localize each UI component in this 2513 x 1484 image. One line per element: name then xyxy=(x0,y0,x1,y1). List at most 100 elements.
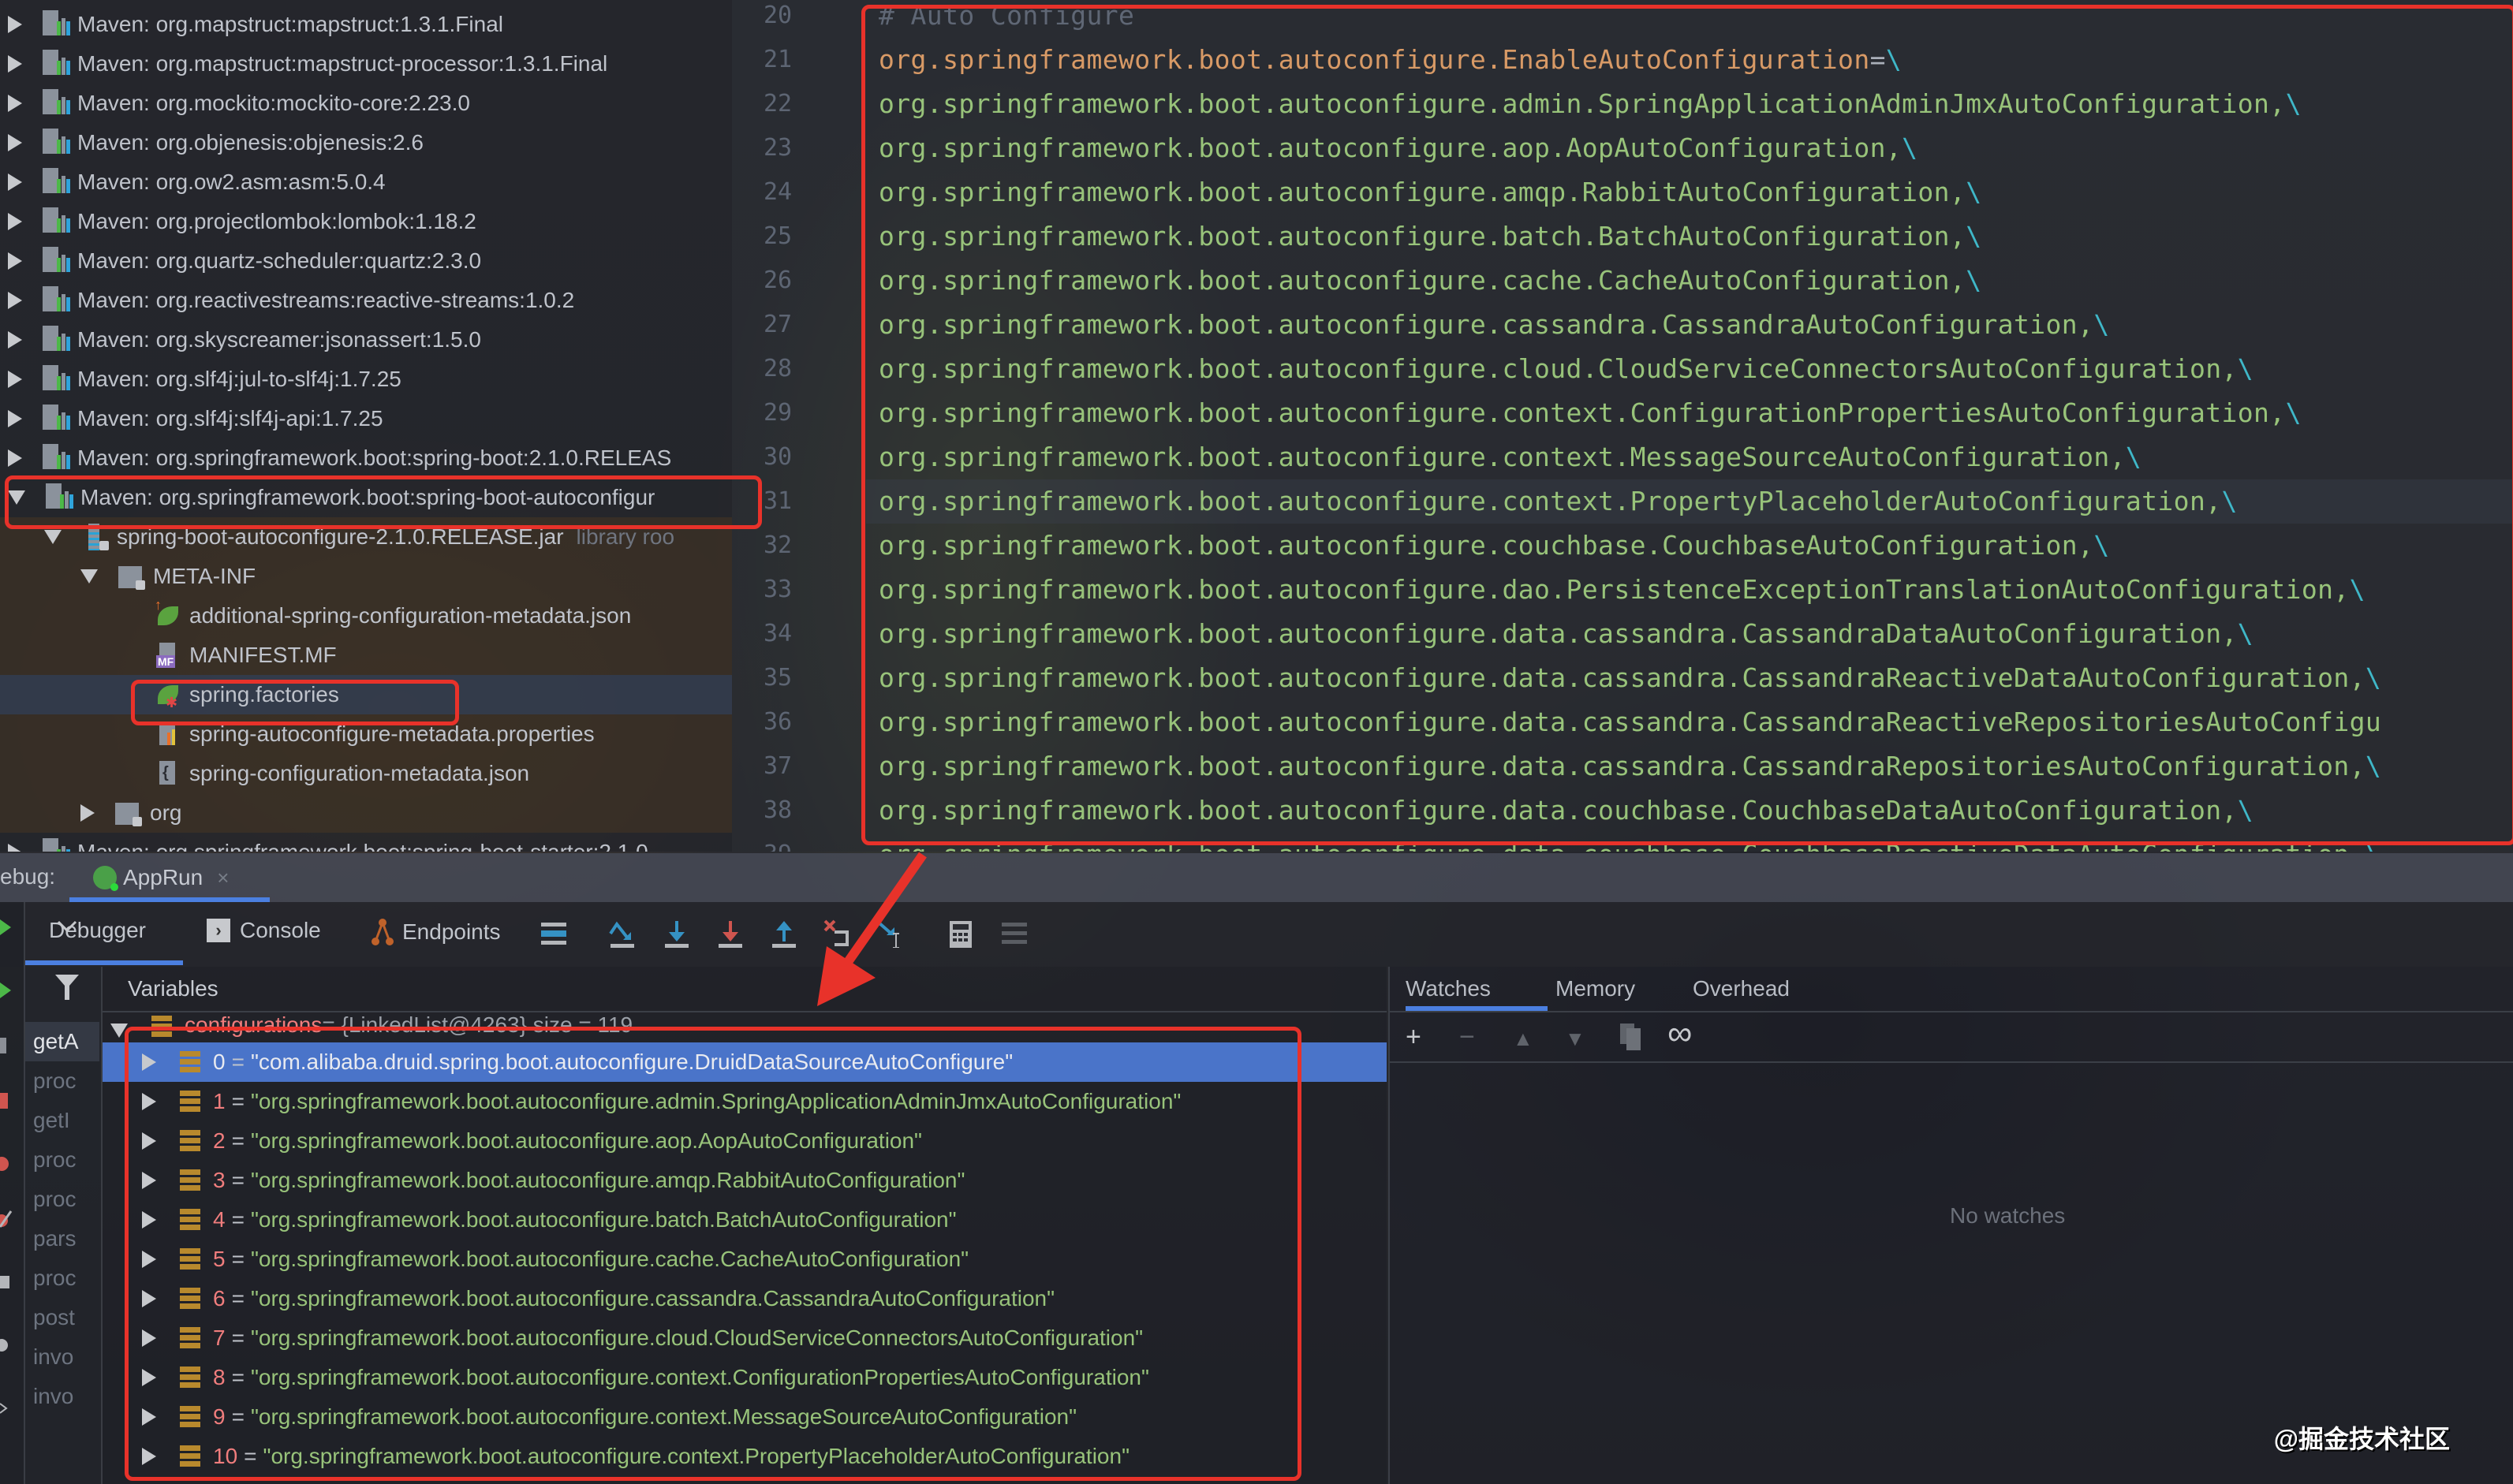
tree-item[interactable]: spring-autoconfigure-metadata.properties xyxy=(0,714,732,754)
move-up-button[interactable]: ▲ xyxy=(1513,1027,1533,1051)
view-breakpoints-icon[interactable] xyxy=(0,1154,19,1173)
variable-row[interactable]: 10 = "org.springframework.boot.autoconfigu… xyxy=(103,1437,1387,1476)
expand-arrow-icon[interactable] xyxy=(142,1251,156,1268)
collapsed-arrow-icon[interactable] xyxy=(8,252,22,270)
code-line[interactable]: org.springframework.boot.autoconfigure.b… xyxy=(879,214,1981,259)
code-line[interactable]: org.springframework.boot.autoconfigure.E… xyxy=(879,38,1902,82)
variable-configurations[interactable]: configurations = {LinkedList@4263} size … xyxy=(103,1011,1387,1038)
code-editor[interactable]: 20 21 22 23 24 25 26 27 28 29 30 31 32 33 34 35 36 37 38 39… xyxy=(732,0,2513,852)
collapsed-arrow-icon[interactable] xyxy=(8,449,22,467)
code-line[interactable]: org.springframework.boot.autoconfigure.a… xyxy=(879,126,1917,170)
tree-item[interactable]: Maven: org.ow2.asm:asm:5.0.4 xyxy=(0,162,732,202)
collapsed-arrow-icon[interactable] xyxy=(8,16,22,33)
tree-item[interactable]: Maven: org.quartz-scheduler:quartz:2.3.0 xyxy=(0,241,732,281)
tree-item[interactable]: Maven: org.objenesis:objenesis:2.6 xyxy=(0,123,732,162)
step-into-icon[interactable] xyxy=(663,919,691,948)
expand-arrow-icon[interactable] xyxy=(142,1093,156,1110)
stack-frame[interactable]: proc xyxy=(33,1258,99,1298)
filter-icon[interactable] xyxy=(55,975,79,1000)
tree-item[interactable]: Maven: org.skyscreamer:jsonassert:1.5.0 xyxy=(0,320,732,360)
run-to-cursor-icon[interactable] xyxy=(877,919,906,948)
expand-arrow-icon[interactable] xyxy=(142,1053,156,1071)
stack-frame[interactable]: proc xyxy=(33,1061,99,1101)
tree-item[interactable]: Maven: org.slf4j:slf4j-api:1.7.25 xyxy=(0,399,732,438)
code-line[interactable]: org.springframework.boot.autoconfigure.c… xyxy=(879,303,2110,347)
drop-frame-icon[interactable] xyxy=(823,919,852,948)
expand-arrow-icon[interactable] xyxy=(142,1408,156,1426)
stack-frame[interactable]: proc xyxy=(33,1180,99,1219)
code-line[interactable]: org.springframework.boot.autoconfigure.d… xyxy=(879,656,2381,700)
tree-item[interactable]: org xyxy=(0,793,732,833)
frames-collapse-icon[interactable] xyxy=(57,919,77,934)
code-line[interactable]: org.springframework.boot.autoconfigure.c… xyxy=(879,391,2302,435)
pause-icon[interactable] xyxy=(0,1036,19,1055)
tree-item[interactable]: MF MANIFEST.MF xyxy=(0,636,732,675)
more-icon[interactable] xyxy=(0,1399,19,1418)
stack-frame[interactable]: proc xyxy=(33,1140,99,1180)
rerun-icon[interactable] xyxy=(0,918,19,937)
code-line[interactable]: org.springframework.boot.autoconfigure.c… xyxy=(879,347,2253,391)
show-execution-point-icon[interactable] xyxy=(540,919,568,948)
tree-item[interactable]: Maven: org.springframework.boot:spring-b… xyxy=(0,833,732,852)
code-line[interactable]: org.springframework.boot.autoconfigure.c… xyxy=(866,479,2513,524)
tab-endpoints[interactable]: Endpoints xyxy=(369,918,501,946)
tab-watches[interactable]: Watches xyxy=(1406,976,1491,1001)
variable-row[interactable]: 6 = "org.springframework.boot.autoconfigur… xyxy=(103,1279,1387,1318)
expand-arrow-icon[interactable] xyxy=(142,1329,156,1347)
expanded-arrow-icon[interactable] xyxy=(8,490,25,505)
force-step-into-icon[interactable] xyxy=(716,919,745,948)
variable-row[interactable]: 7 = "org.springframework.boot.autoconfigur… xyxy=(103,1318,1387,1358)
code-line[interactable]: org.springframework.boot.autoconfigure.d… xyxy=(879,744,2381,789)
step-over-icon[interactable] xyxy=(607,919,636,948)
code-line[interactable]: org.springframework.boot.autoconfigure.d… xyxy=(879,568,2366,612)
add-watch-button[interactable]: + xyxy=(1406,1022,1421,1053)
tree-item[interactable]: Maven: org.projectlombok:lombok:1.18.2 xyxy=(0,202,732,241)
expand-arrow-icon[interactable] xyxy=(142,1132,156,1150)
collapsed-arrow-icon[interactable] xyxy=(8,173,22,191)
code-line[interactable]: # Auto Configure xyxy=(879,0,1134,38)
stack-frame[interactable]: invo xyxy=(33,1337,99,1377)
variable-row[interactable]: 8 = "org.springframework.boot.autoconfigur… xyxy=(103,1358,1387,1397)
tree-item[interactable]: ✱ spring.factories xyxy=(0,675,732,714)
collapsed-arrow-icon[interactable] xyxy=(8,410,22,427)
variable-row[interactable]: 0 = "com.alibaba.druid.spring.boot.autocon… xyxy=(103,1042,1387,1082)
code-line[interactable]: org.springframework.boot.autoconfigure.c… xyxy=(879,435,2141,479)
code-line[interactable]: org.springframework.boot.autoconfigure.c… xyxy=(879,524,2110,568)
variable-row[interactable]: 1 = "org.springframework.boot.autoconfigur… xyxy=(103,1082,1387,1121)
expand-arrow-icon[interactable] xyxy=(142,1369,156,1386)
tree-item[interactable]: Maven: org.mapstruct:mapstruct-processor… xyxy=(0,44,732,84)
code-line[interactable]: org.springframework.boot.autoconfigure.d… xyxy=(879,612,2253,656)
tree-item[interactable]: ↑ additional-spring-configuration-metadat… xyxy=(0,596,732,636)
show-watches-in-variables-button[interactable]: ∞ xyxy=(1667,1014,1692,1053)
stop-icon[interactable] xyxy=(0,1091,19,1110)
code-line[interactable]: org.springframework.boot.autoconfigure.c… xyxy=(879,259,1981,303)
tree-item[interactable]: META-INF xyxy=(0,557,732,596)
collapsed-arrow-icon[interactable] xyxy=(8,213,22,230)
tab-console[interactable]: › Console xyxy=(207,918,321,943)
trace-icon[interactable] xyxy=(1000,919,1029,948)
variable-row[interactable]: 4 = "org.springframework.boot.autoconfigur… xyxy=(103,1200,1387,1240)
run-config-tab[interactable]: AppRun × xyxy=(93,853,229,902)
stack-frame[interactable]: getI xyxy=(33,1101,99,1140)
variable-row[interactable]: 3 = "org.springframework.boot.autoconfigur… xyxy=(103,1161,1387,1200)
mute-breakpoints-icon[interactable] xyxy=(0,1210,19,1229)
code-line[interactable]: org.springframework.boot.autoconfigure.d… xyxy=(879,789,2253,833)
tree-item[interactable]: {spring-configuration-metadata.json xyxy=(0,754,732,793)
stack-frame[interactable]: pars xyxy=(33,1219,99,1258)
collapsed-arrow-icon[interactable] xyxy=(8,844,22,852)
expanded-arrow-icon[interactable] xyxy=(80,569,98,584)
collapsed-arrow-icon[interactable] xyxy=(8,371,22,388)
move-down-button[interactable]: ▼ xyxy=(1565,1027,1585,1051)
resume-icon[interactable] xyxy=(0,981,19,1000)
expand-arrow-icon[interactable] xyxy=(142,1290,156,1307)
stack-frame[interactable]: invo xyxy=(33,1377,99,1416)
tree-item[interactable]: Maven: org.slf4j:jul-to-slf4j:1.7.25 xyxy=(0,360,732,399)
expand-arrow-icon[interactable] xyxy=(142,1211,156,1229)
code-line[interactable]: org.springframework.boot.autoconfigure.a… xyxy=(879,170,1981,214)
expand-arrow-icon[interactable] xyxy=(142,1448,156,1465)
variable-row[interactable]: 5 = "org.springframework.boot.autoconfigur… xyxy=(103,1240,1387,1279)
code-line[interactable]: org.springframework.boot.autoconfigure.d… xyxy=(879,700,2381,744)
tree-item[interactable]: Maven: org.reactivestreams:reactive-stre… xyxy=(0,281,732,320)
tab-overhead[interactable]: Overhead xyxy=(1693,976,1790,1001)
variable-row[interactable]: 2 = "org.springframework.boot.autoconfigur… xyxy=(103,1121,1387,1161)
